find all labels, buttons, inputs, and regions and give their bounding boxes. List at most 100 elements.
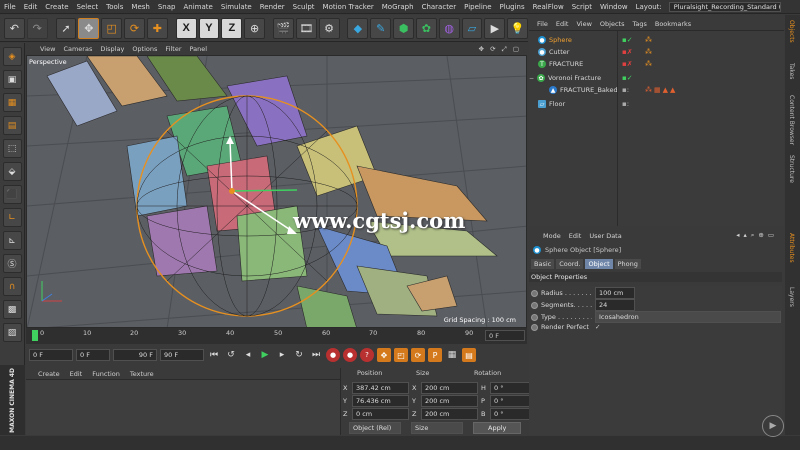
next-frame-icon[interactable]: ▸ <box>275 348 289 362</box>
menu-script[interactable]: Script <box>568 3 596 11</box>
scale-key-icon[interactable]: ◰ <box>394 348 408 362</box>
menu-pipeline[interactable]: Pipeline <box>460 3 495 11</box>
polygons-mode-icon[interactable]: ⬛ <box>2 185 22 204</box>
object-row-voronoi-fracture[interactable]: − ✿ Voronoi Fracture ▪✓ <box>529 72 784 84</box>
z-axis-lock-button[interactable]: Z <box>221 17 243 39</box>
position-key-icon[interactable]: ✥ <box>377 348 391 362</box>
position-x-field[interactable]: 387.42 cm <box>352 382 409 394</box>
make-editable-icon[interactable]: ◈ <box>2 47 22 66</box>
side-tab-attributes[interactable]: Attributes <box>788 233 795 263</box>
tab-coord[interactable]: Coord. <box>556 259 584 269</box>
texture-mode-icon[interactable]: ▦ <box>2 93 22 112</box>
tab-basic[interactable]: Basic <box>531 259 555 269</box>
camera-icon[interactable]: ▶ <box>484 17 506 39</box>
rotate-tool-icon[interactable]: ⟳ <box>124 17 145 39</box>
record-icon[interactable]: ● <box>326 348 340 362</box>
go-to-end-icon[interactable]: ⏭ <box>309 348 323 362</box>
playhead[interactable] <box>32 330 38 341</box>
viewport-navigation-icons[interactable]: ✥ ⟳ ⤢ ▢ <box>479 45 521 54</box>
menu-edit[interactable]: Edit <box>20 3 42 11</box>
visibility-checkmark-icon[interactable]: ▪✓ <box>622 74 633 82</box>
parameter-key-icon[interactable]: P <box>428 348 442 362</box>
menu-window[interactable]: Window <box>596 3 632 11</box>
snap-icon[interactable]: Ⓢ <box>2 254 22 273</box>
tweak-icon[interactable]: ⊾ <box>2 231 22 250</box>
menu-tools[interactable]: Tools <box>102 3 127 11</box>
move-tool-icon[interactable]: ✥ <box>78 17 100 39</box>
side-tab-takes[interactable]: Takes <box>788 63 795 79</box>
tab-object[interactable]: Object <box>585 259 613 269</box>
apply-button[interactable]: Apply <box>473 422 522 434</box>
viewport-menu-panel[interactable]: Panel <box>190 45 208 53</box>
object-row-floor[interactable]: ▱ Floor ▪: <box>529 98 784 110</box>
points-mode-icon[interactable]: ⬚ <box>2 139 22 158</box>
timeline[interactable]: 0 10 20 30 40 50 60 70 80 90 0 F <box>26 328 527 344</box>
layout-dropdown[interactable]: Pluralsight_Recording_Standard (User) <box>668 1 781 12</box>
tab-phong[interactable]: Phong <box>614 259 641 269</box>
side-tab-layers[interactable]: Layers <box>788 287 795 307</box>
attr-menu-user-data[interactable]: User Data <box>589 232 621 240</box>
obj-menu-bookmarks[interactable]: Bookmarks <box>655 20 691 28</box>
menu-create[interactable]: Create <box>41 3 72 11</box>
tag-icons[interactable]: ⁂ <box>645 36 654 44</box>
planar-workplane-icon[interactable]: ▨ <box>2 323 22 342</box>
size-x-field[interactable]: 200 cm <box>421 382 478 394</box>
magnet-icon[interactable]: ∩ <box>2 277 22 296</box>
position-z-field[interactable]: 0 cm <box>352 408 409 420</box>
menu-snap[interactable]: Snap <box>154 3 180 11</box>
range-end-field[interactable]: 90 F <box>113 349 157 361</box>
keyframe-selection-icon[interactable]: ? <box>360 348 374 362</box>
prev-key-icon[interactable]: ↺ <box>224 348 238 362</box>
attr-menu-edit[interactable]: Edit <box>569 232 582 240</box>
material-manager[interactable] <box>26 380 340 435</box>
current-frame-field[interactable]: 0 F <box>485 330 525 341</box>
light-icon[interactable]: 💡 <box>507 17 529 39</box>
object-row-fracture[interactable]: T FRACTURE ▪✗ ⁂ <box>529 58 784 70</box>
coord-mode-dropdown[interactable]: Object (Rel) <box>349 422 401 434</box>
obj-menu-edit[interactable]: Edit <box>556 20 569 28</box>
menu-plugins[interactable]: Plugins <box>496 3 529 11</box>
subdivision-icon[interactable]: ⬢ <box>393 17 414 39</box>
visibility-dots-icon[interactable]: ▪: <box>622 100 629 108</box>
section-header[interactable]: Object Properties <box>529 272 782 282</box>
scale-tool-icon[interactable]: ◰ <box>101 17 123 39</box>
type-dropdown[interactable]: Icosahedron <box>595 311 781 323</box>
end-frame-field[interactable]: 90 F <box>160 349 204 361</box>
floor-icon[interactable]: ▱ <box>461 17 483 39</box>
edges-mode-icon[interactable]: ⬙ <box>2 162 22 181</box>
pen-icon[interactable]: ✎ <box>370 17 392 39</box>
visibility-disabled-icon[interactable]: ▪✗ <box>622 48 633 56</box>
size-mode-dropdown[interactable]: Size <box>411 422 463 434</box>
start-frame-field[interactable]: 0 F <box>29 349 73 361</box>
attr-nav-icons[interactable]: ◂▴⌕⊕▭ <box>736 231 778 240</box>
size-y-field[interactable]: 200 cm <box>421 395 478 407</box>
menu-motion-tracker[interactable]: Motion Tracker <box>319 3 378 11</box>
go-to-start-icon[interactable]: ⏮ <box>207 348 221 362</box>
column-divider[interactable] <box>617 30 618 226</box>
viewport-menu-options[interactable]: Options <box>132 45 157 53</box>
obj-menu-view[interactable]: View <box>576 20 591 28</box>
redo-icon[interactable]: ↷ <box>26 17 48 39</box>
menu-realflow[interactable]: RealFlow <box>529 3 568 11</box>
live-selection-icon[interactable]: ➚ <box>55 17 77 39</box>
radius-field[interactable]: 100 cm <box>595 287 635 299</box>
next-key-icon[interactable]: ↻ <box>292 348 306 362</box>
menu-mograph[interactable]: MoGraph <box>378 3 418 11</box>
render-picture-viewer-icon[interactable]: 🎞 <box>295 17 317 39</box>
range-start-field[interactable]: 0 F <box>76 349 110 361</box>
render-perfect-checkbox[interactable]: ✓ <box>595 323 600 331</box>
cloner-icon[interactable]: ✿ <box>415 17 437 39</box>
menu-render[interactable]: Render <box>256 3 289 11</box>
tag-icons[interactable]: ⁂ <box>645 60 654 68</box>
attr-menu-mode[interactable]: Mode <box>543 232 561 240</box>
object-row-cutter[interactable]: ● Cutter ▪✗ ⁂ <box>529 46 784 58</box>
segments-field[interactable]: 24 <box>595 299 635 311</box>
axis-tool-icon[interactable]: ✚ <box>146 17 168 39</box>
timeline-window-icon[interactable]: ▤ <box>462 348 476 362</box>
lock-workplane-icon[interactable]: ▩ <box>2 300 22 319</box>
render-view-icon[interactable]: 🎬 <box>273 17 294 39</box>
animate-dot-icon[interactable] <box>531 289 538 297</box>
viewport-menu-filter[interactable]: Filter <box>165 45 181 53</box>
side-tab-content-browser[interactable]: Content Browser <box>788 95 795 145</box>
model-mode-icon[interactable]: ▣ <box>2 70 22 89</box>
